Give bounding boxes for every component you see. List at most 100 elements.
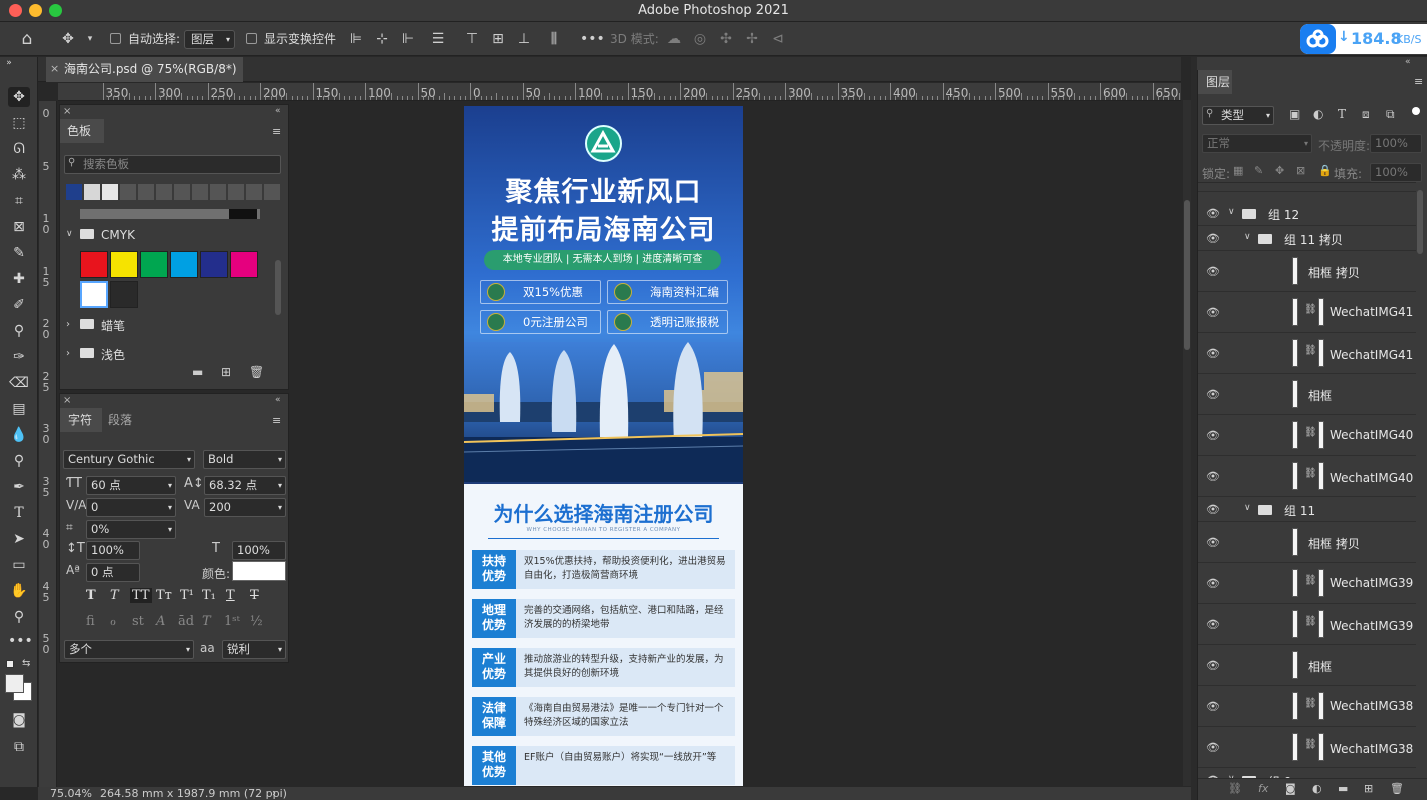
vertical-scale-input[interactable]: 100% [86, 541, 140, 560]
trash-icon[interactable]: 🗑 [1390, 782, 1404, 795]
text-color-swatch[interactable] [232, 561, 286, 581]
visibility-eye-icon[interactable]: 👁 [1206, 700, 1220, 713]
visibility-eye-icon[interactable]: 👁 [1206, 347, 1220, 360]
layer-row[interactable]: 👁 相框 拷贝 [1198, 251, 1416, 292]
align-top-icon[interactable]: ⊤ [464, 31, 480, 47]
layer-row[interactable]: 👁 ⛓ WechatIMG38 [1198, 686, 1416, 727]
horizontal-scale-input[interactable]: 100% [232, 541, 286, 560]
swatch[interactable] [264, 184, 280, 200]
frame-tool-icon[interactable]: ⊠ [8, 217, 30, 237]
visibility-eye-icon[interactable]: 👁 [1206, 618, 1220, 631]
old-style-button[interactable]: ℴ [110, 614, 116, 629]
adjustment-layer-icon[interactable]: ◐ [1312, 782, 1322, 795]
lock-position-icon[interactable]: ✥ [1275, 164, 1284, 177]
layer-row[interactable]: 👁 ⛓ WechatIMG40 [1198, 415, 1416, 456]
healing-brush-tool-icon[interactable]: ✚ [8, 269, 30, 289]
collapse-panel-icon[interactable]: « [1405, 57, 1411, 67]
link-layers-icon[interactable]: ⛓ [1228, 782, 1242, 795]
subscript-button[interactable]: T₁ [202, 588, 216, 603]
filter-pixel-icon[interactable]: ▣ [1289, 107, 1300, 121]
blend-mode-select[interactable]: 正常 ▾ [1202, 134, 1312, 153]
show-transform-checkbox[interactable] [246, 33, 257, 44]
chain-link-icon[interactable]: ⛓ [1304, 427, 1317, 438]
swatch[interactable] [174, 184, 190, 200]
default-colors-icon[interactable] [6, 660, 14, 668]
layer-row[interactable]: 👁 ⛓ WechatIMG38 拷贝 [1198, 727, 1416, 768]
underline-button[interactable]: T [226, 588, 235, 603]
hand-tool-icon[interactable]: ✋ [8, 581, 30, 601]
visibility-eye-icon[interactable]: 👁 [1206, 536, 1220, 549]
layer-row[interactable]: 👁 相框 [1198, 645, 1416, 686]
chevron-right-icon[interactable]: › [66, 319, 70, 330]
faux-bold-button[interactable]: T [86, 588, 96, 603]
screen-mode-icon[interactable]: ⧉ [8, 737, 30, 757]
more-tools-icon[interactable]: ••• [8, 631, 33, 651]
chevron-right-icon[interactable]: › [66, 348, 70, 359]
chain-link-icon[interactable]: ⛓ [1304, 468, 1317, 479]
filter-shape-icon[interactable]: ⧈ [1362, 107, 1370, 122]
home-icon[interactable]: ⌂ [19, 31, 35, 48]
foreground-color-swatch[interactable] [5, 674, 24, 693]
quick-mask-icon[interactable]: ◙ [8, 710, 30, 730]
layer-style-icon[interactable]: fx [1258, 782, 1268, 795]
fraction-button[interactable]: ½ [250, 614, 263, 629]
gradient-tool-icon[interactable]: ▤ [8, 399, 30, 419]
layer-row[interactable]: 👁 ⛓ WechatIMG41 拷贝 [1198, 333, 1416, 374]
visibility-eye-icon[interactable]: 👁 [1206, 232, 1220, 245]
layer-row[interactable]: 👁 相框 拷贝 [1198, 522, 1416, 563]
align-left-icon[interactable]: ⊫ [348, 31, 364, 47]
minimize-window-button[interactable] [29, 4, 42, 17]
layer-group-row[interactable]: 👁 ∨ 组 11 [1198, 497, 1416, 522]
zoom-level[interactable]: 75.04% [50, 787, 92, 800]
cmyk-swatch[interactable] [230, 251, 258, 278]
layer-group-row[interactable]: 👁∨组 9 [1198, 768, 1416, 778]
align-right-icon[interactable]: ⊩ [400, 31, 416, 47]
cmyk-swatch[interactable] [80, 251, 108, 278]
chevron-down-icon[interactable]: ∨ [1244, 503, 1251, 513]
font-size-input[interactable]: 60 点 ▾ [86, 476, 176, 495]
distribute-vertical-icon[interactable]: ⫼ [546, 31, 562, 47]
kerning-input[interactable]: 0 ▾ [86, 498, 176, 517]
tab-swatches[interactable]: 色板 [60, 119, 104, 143]
path-selection-tool-icon[interactable]: ➤ [8, 529, 30, 549]
zoom-tool-icon[interactable]: ⚲ [8, 607, 30, 627]
expand-toolbar-icon[interactable]: » [3, 57, 15, 69]
swatch[interactable] [210, 184, 226, 200]
font-family-select[interactable]: Century Gothic ▾ [63, 450, 195, 469]
new-swatch-icon[interactable]: ⊞ [221, 365, 231, 379]
trash-icon[interactable]: 🗑 [249, 365, 264, 379]
visibility-eye-icon[interactable]: 👁 [1206, 577, 1220, 590]
chevron-right-icon[interactable]: › [272, 787, 276, 800]
superscript-button[interactable]: T¹ [180, 588, 194, 603]
swatch[interactable] [66, 184, 82, 200]
lock-transparent-icon[interactable]: ▦ [1233, 164, 1243, 177]
layer-row[interactable]: 👁 ⛓ WechatIMG39 [1198, 563, 1416, 604]
dodge-tool-icon[interactable]: ⚲ [8, 451, 30, 471]
collapse-panel-icon[interactable]: « [275, 395, 281, 405]
swash-button[interactable]: A [156, 614, 165, 629]
marquee-tool-icon[interactable]: ⬚ [8, 113, 30, 133]
layer-row[interactable]: 👁 ⛓ WechatIMG39 拷贝 [1198, 604, 1416, 645]
opacity-input[interactable]: 100% [1370, 134, 1422, 153]
font-style-select[interactable]: Bold ▾ [203, 450, 286, 469]
titling-button[interactable]: ād [178, 614, 194, 629]
titling-alt-button[interactable]: T [202, 614, 211, 629]
close-panel-icon[interactable]: × [63, 395, 71, 406]
swatch[interactable] [120, 184, 136, 200]
chain-link-icon[interactable]: ⛓ [1304, 304, 1317, 315]
crop-tool-icon[interactable]: ⌗ [8, 191, 30, 211]
zoom-window-button[interactable] [49, 4, 62, 17]
type-tool-icon[interactable]: T [8, 503, 30, 523]
cmyk-swatch[interactable] [200, 251, 228, 278]
brush-tool-icon[interactable]: ✐ [8, 295, 30, 315]
chevron-down-icon[interactable]: ∨ [1244, 232, 1251, 242]
swatch[interactable] [138, 184, 154, 200]
lock-all-icon[interactable]: 🔒 [1318, 164, 1332, 177]
lock-image-icon[interactable]: ✎ [1254, 164, 1263, 177]
tab-paragraph[interactable]: 段落 [108, 408, 150, 432]
chevron-down-icon[interactable]: ∨ [1228, 207, 1235, 217]
move-tool-icon[interactable]: ✥ [8, 87, 30, 107]
cmyk-swatch[interactable] [140, 251, 168, 278]
move-tool-icon[interactable]: ✥ [60, 31, 76, 47]
layer-row-partial[interactable] [1198, 183, 1416, 192]
